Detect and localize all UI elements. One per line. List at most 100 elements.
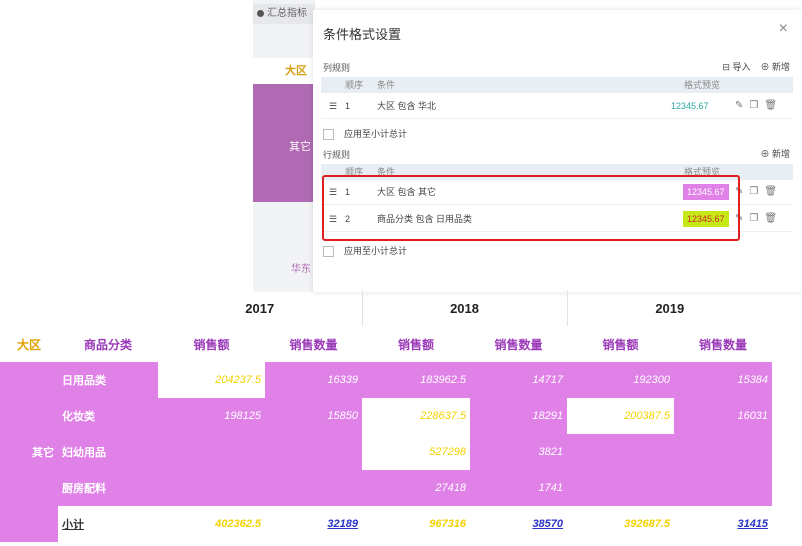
value-cell: 16031	[674, 398, 773, 434]
dialog-title: 条件格式设置	[323, 27, 402, 42]
qty-header: 销售数量	[699, 337, 748, 352]
background-region-other-label: 其它	[289, 141, 311, 153]
table-row: 化妆类 198125 15850 228637.5 18291 200387.5…	[0, 398, 773, 434]
value-cell	[265, 470, 363, 506]
row-actions: ✎❐🗑	[735, 94, 783, 118]
region-cell: 其它	[0, 362, 58, 542]
value-cell: 3821	[470, 434, 568, 470]
category-cell: 厨房配料	[58, 470, 158, 506]
value-cell: 15850	[265, 398, 363, 434]
drag-handle-icon[interactable]: ☰	[329, 94, 337, 118]
background-tab-label: 汇总指标	[267, 8, 307, 19]
background-region-header: 大区	[253, 58, 315, 84]
subtotal-value: 402362.5	[158, 506, 265, 542]
value-cell: 192300	[567, 362, 675, 398]
delete-icon[interactable]: 🗑	[764, 186, 783, 197]
year-header: 2017	[245, 300, 275, 316]
category-cell: 妇幼用品	[58, 434, 158, 470]
column-header-row: 大区 商品分类 销售额 销售数量 销售额 销售数量 销售额 销售数量	[0, 326, 772, 362]
import-button[interactable]: ⊟ 导入	[722, 62, 750, 72]
subtotal-label: 小计	[58, 506, 158, 542]
value-cell	[158, 470, 265, 506]
column-rules-header: 顺序 条件 格式预览	[321, 77, 793, 93]
delete-icon[interactable]: 🗑	[764, 100, 783, 111]
subtotal-row: 小计 402362.5 32189 967316 38570 392687.5 …	[0, 506, 773, 542]
year-header: 2019	[566, 290, 773, 326]
value-cell: 1741	[470, 470, 568, 506]
row-apply-subtotal[interactable]: 应用至小计总计	[323, 244, 408, 258]
header-preview: 格式预览	[684, 80, 721, 90]
category-header: 商品分类	[83, 337, 132, 352]
subtotal-link[interactable]: 31415	[674, 506, 773, 542]
corner-cell	[0, 290, 58, 326]
value-cell	[567, 434, 675, 470]
row-rules-label: 行规则	[323, 150, 351, 160]
category-cell: 化妆类	[58, 398, 158, 434]
year-header-row: 2017 2018 2019	[0, 290, 773, 326]
column-apply-subtotal-label: 应用至小计总计	[344, 129, 408, 139]
sales-header: 销售额	[398, 337, 435, 352]
sales-header: 销售额	[193, 337, 230, 352]
column-rules-actions: ⊟ 导入 ⊕ 新增	[722, 60, 790, 73]
year-header: 2018	[361, 290, 568, 326]
column-new-button[interactable]: ⊕ 新增	[760, 62, 790, 72]
copy-icon[interactable]: ❐	[749, 186, 764, 197]
corner-cell	[58, 290, 158, 326]
value-cell: 183962.5	[362, 362, 471, 398]
row-new-button[interactable]: ⊕ 新增	[760, 147, 790, 160]
qty-header: 销售数量	[494, 337, 543, 352]
table-row: 其它 日用品类 204237.5 16339 183962.5 14717 19…	[0, 362, 773, 542]
subtotal-value: 967316	[362, 506, 471, 542]
delete-icon[interactable]: 🗑	[764, 213, 783, 224]
row-actions: ✎❐🗑	[735, 207, 783, 231]
column-rules-label: 列规则	[323, 63, 351, 73]
column-new-label: 新增	[771, 62, 790, 72]
table-row: 妇幼用品 527298 3821	[0, 434, 773, 470]
edit-icon[interactable]: ✎	[735, 100, 749, 111]
background-region-north: 华东	[253, 202, 315, 292]
value-cell: 27418	[362, 470, 471, 506]
close-icon[interactable]: ×	[779, 20, 788, 38]
checkbox[interactable]	[323, 246, 334, 258]
value-cell	[158, 434, 265, 470]
subtotal-link[interactable]: 38570	[470, 506, 568, 542]
category-cell: 日用品类	[58, 362, 158, 398]
value-cell: 198125	[158, 398, 265, 434]
value-cell: 14717	[470, 362, 568, 398]
value-cell: 15384	[674, 362, 773, 398]
format-preview-swatch: 12345.67	[667, 98, 713, 114]
checkbox[interactable]	[323, 129, 334, 141]
value-cell: 228637.5	[362, 398, 471, 434]
background-region-other: 其它	[253, 84, 315, 202]
subtotal-value: 392687.5	[567, 506, 675, 542]
column-rule-row[interactable]: ☰ 1 大区 包含 华北 12345.67 ✎❐🗑	[321, 94, 793, 119]
rule-order: 1	[345, 101, 351, 111]
pivot-table: 2017 2018 2019 大区 商品分类 销售额 销售数量 销售额 销售数量…	[0, 290, 773, 542]
sales-header: 销售额	[602, 337, 639, 352]
copy-icon[interactable]: ❐	[749, 213, 764, 224]
value-cell: 18291	[470, 398, 568, 434]
value-cell	[265, 434, 363, 470]
rule-condition: 大区 包含 华北	[377, 101, 437, 111]
row-new-label: 新增	[771, 149, 790, 159]
background-region-north-label: 华东	[291, 264, 311, 275]
conditional-format-dialog: 条件格式设置 × 列规则 ⊟ 导入 ⊕ 新增 顺序 条件 格式预览 ☰ 1 大区…	[313, 10, 802, 292]
value-cell	[567, 470, 675, 506]
header-order: 顺序	[345, 80, 364, 90]
copy-icon[interactable]: ❐	[749, 100, 764, 111]
header-condition: 条件	[377, 80, 396, 90]
row-actions: ✎❐🗑	[735, 180, 783, 204]
background-tab[interactable]: 汇总指标	[253, 4, 315, 24]
row-apply-subtotal-label: 应用至小计总计	[344, 246, 408, 256]
value-cell: 204237.5	[158, 362, 265, 398]
highlight-box	[322, 175, 740, 241]
value-cell	[674, 434, 773, 470]
value-cell: 16339	[265, 362, 363, 398]
column-apply-subtotal[interactable]: 应用至小计总计	[323, 127, 408, 141]
subtotal-link[interactable]: 32189	[265, 506, 363, 542]
table-row: 厨房配料 27418 1741	[0, 470, 773, 506]
qty-header: 销售数量	[289, 337, 338, 352]
region-header: 大区	[16, 337, 41, 352]
value-cell: 200387.5	[567, 398, 675, 434]
value-cell: 527298	[362, 434, 471, 470]
